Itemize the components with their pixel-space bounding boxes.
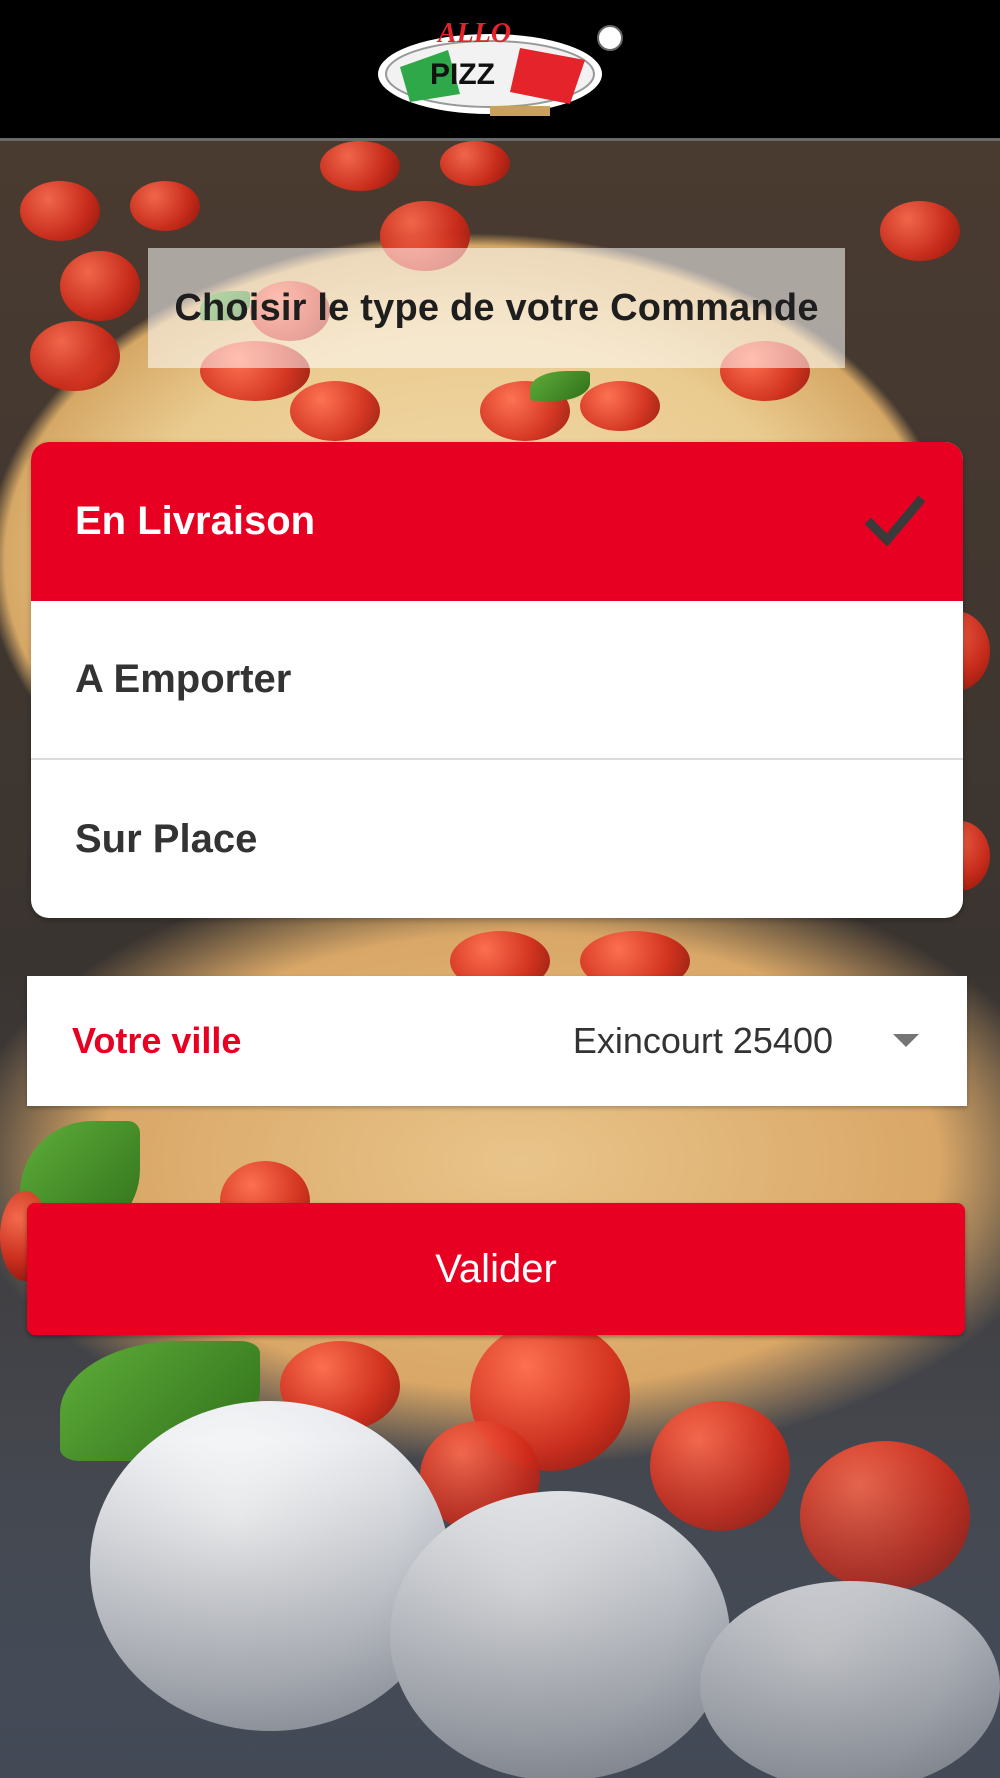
allo-pizza-logo: ALLO PIZZ bbox=[370, 12, 630, 134]
city-label: Votre ville bbox=[72, 1020, 242, 1061]
option-label: En Livraison bbox=[75, 499, 316, 543]
validate-button[interactable]: Valider bbox=[27, 1203, 965, 1335]
dropdown-arrow-icon bbox=[893, 1034, 919, 1047]
city-select[interactable]: Votre ville Exincourt 25400 bbox=[27, 976, 967, 1106]
option-sur-place[interactable]: Sur Place bbox=[31, 760, 963, 918]
city-value: Exincourt 25400 bbox=[572, 1020, 833, 1061]
option-label: A Emporter bbox=[75, 657, 292, 701]
option-label: Sur Place bbox=[75, 816, 258, 861]
order-type-options: En Livraison A Emporter Sur Place bbox=[31, 442, 963, 918]
order-type-instruction: Choisir le type de votre Commande bbox=[148, 248, 845, 368]
logo-pizz-text: PIZZ bbox=[430, 58, 495, 91]
app-header: ALLO PIZZ bbox=[0, 0, 1000, 141]
option-en-livraison[interactable]: En Livraison bbox=[31, 442, 963, 601]
checkmark-icon bbox=[864, 492, 926, 552]
logo-allo-text: ALLO bbox=[436, 18, 511, 49]
background-photo bbox=[0, 141, 1000, 1778]
option-a-emporter[interactable]: A Emporter bbox=[31, 601, 963, 760]
